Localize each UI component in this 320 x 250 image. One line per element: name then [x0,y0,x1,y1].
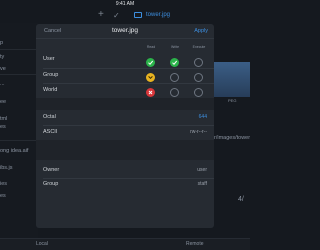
ascii-label: ASCII [43,129,58,135]
section-gap [36,140,214,160]
divider [43,125,214,126]
folder-icon [134,12,142,18]
add-icon[interactable]: + [98,9,104,21]
divider [43,83,214,84]
sidebar-item[interactable]: es [0,124,6,130]
status-time: 9:41 AM [115,1,135,7]
group-execute-toggle[interactable] [194,73,203,82]
user-write-toggle[interactable] [170,58,179,67]
sidebar-item[interactable]: tml [0,116,7,122]
group-label: Group [43,181,59,187]
dialog-header: Cancel tower.jpg Apply [36,24,214,39]
world-write-toggle[interactable] [170,88,179,97]
dialog-title: tower.jpg [111,27,139,34]
owner-value[interactable]: user [197,167,207,173]
sidebar-item[interactable]: es [0,193,6,199]
group-write-toggle[interactable] [170,73,179,82]
ascii-value[interactable]: rw-r--r-- [190,129,207,135]
world-row-label: World [43,87,58,93]
local-tab[interactable]: Local [36,241,48,247]
sidebar-item[interactable]: ... [0,81,5,87]
status-bar: 9:41 AM [0,0,250,9]
world-execute-toggle[interactable] [194,88,203,97]
sidebar-item[interactable]: p [0,40,3,46]
divider [0,140,38,141]
file-list-sidebar: p ty ve ... ee tml es ong idea.aif ibs.j… [0,23,38,238]
divider [0,74,38,75]
user-read-toggle[interactable] [146,58,155,67]
permissions-dialog: Cancel tower.jpg Apply Read Write Execut… [36,24,214,228]
column-read: Read [146,45,156,49]
group-row-label: Group [43,72,59,78]
apply-button[interactable]: Apply [194,28,208,34]
owner-label: Owner [43,167,60,173]
user-row-label: User [43,56,55,62]
sidebar-item[interactable]: ibs.js [0,165,13,171]
file-path: r/images/tower [214,135,251,141]
page-indicator: 4/ [238,196,244,203]
group-read-toggle[interactable] [146,73,155,82]
divider [0,49,38,50]
remote-tab[interactable]: Remote [186,241,204,247]
section-gap [36,98,214,110]
column-execute: Execute [192,45,206,49]
sidebar-item[interactable]: ee [0,99,6,105]
user-execute-toggle[interactable] [194,58,203,67]
octal-value[interactable]: 644 [199,114,207,120]
top-toolbar: + ✓ tower.jpg [0,9,250,23]
sidebar-item[interactable]: ve [0,66,6,72]
divider [43,178,214,179]
current-file-name[interactable]: tower.jpg [146,11,170,20]
bottom-bar: Local Remote [0,238,250,250]
checkmark-icon[interactable]: ✓ [113,10,120,22]
column-write: Write [170,45,180,49]
preview-caption: PEG [228,98,237,103]
group-value[interactable]: staff [198,181,207,187]
world-read-toggle[interactable] [146,88,155,97]
divider [43,68,214,69]
sidebar-item[interactable]: ty [0,54,4,60]
sidebar-item[interactable]: ong idea.aif [0,148,28,154]
sidebar-item[interactable]: ies [0,181,7,187]
octal-label: Octal [43,114,56,120]
